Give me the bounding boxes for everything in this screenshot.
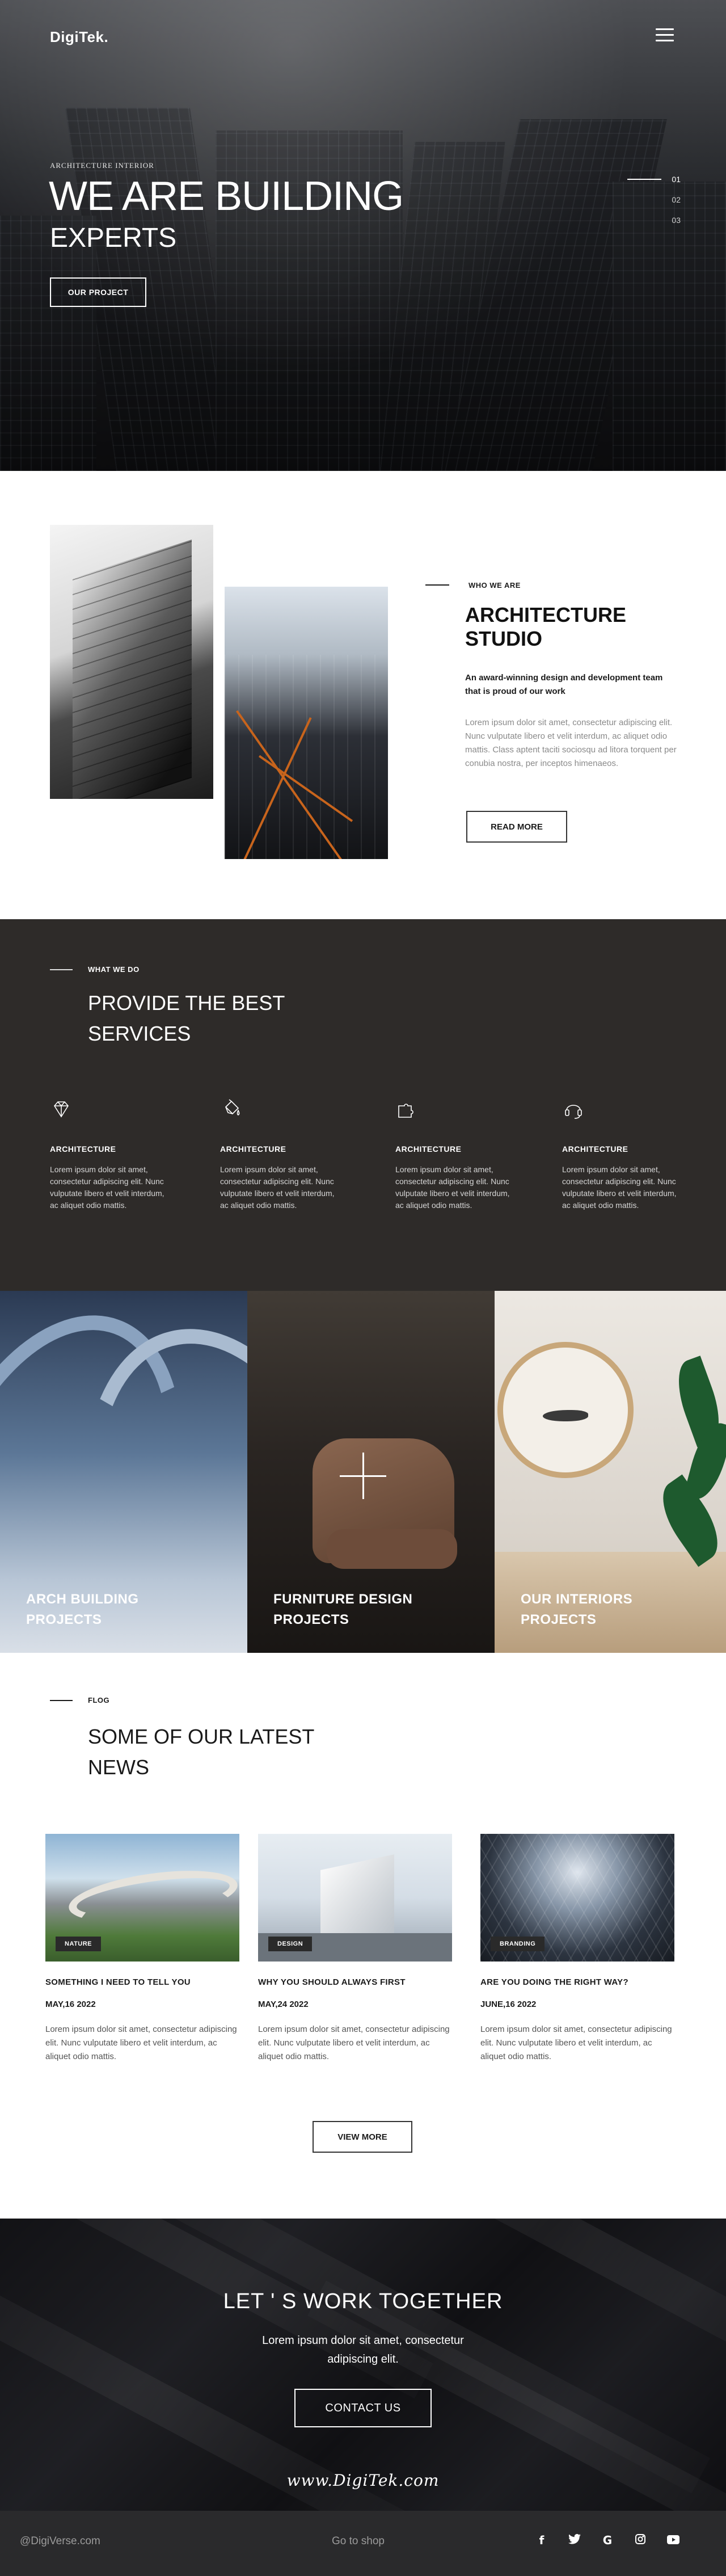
footer-handle-link[interactable]: @DigiVerse.com: [20, 2535, 100, 2548]
category-badge: BRANDING: [491, 1937, 545, 1951]
section-divider: [425, 584, 449, 586]
twitter-icon[interactable]: [566, 2533, 583, 2548]
service-item: ARCHITECTURE Lorem ipsum dolor sit amet,…: [395, 1098, 526, 1211]
about-kicker: WHO WE ARE: [468, 581, 521, 590]
services-section: WHAT WE DO PROVIDE THE BEST SERVICES ARC…: [0, 919, 726, 1291]
section-divider: [50, 969, 73, 970]
go-to-shop-link[interactable]: Go to shop: [332, 2535, 385, 2548]
hero-title: WE ARE BUILDING: [49, 174, 404, 219]
facebook-icon[interactable]: f: [533, 2533, 550, 2548]
service-item: ARCHITECTURE Lorem ipsum dolor sit amet,…: [562, 1098, 693, 1211]
slide-dot[interactable]: 01: [618, 170, 681, 188]
hero-section: DigiTek. ARCHITECTURE INTERIOR WE ARE BU…: [0, 0, 726, 471]
menu-icon[interactable]: [656, 28, 674, 43]
news-card: NATURE SOMETHING I NEED TO TELL YOU MAY,…: [45, 1834, 239, 2064]
news-post-date: MAY,16 2022: [45, 2000, 96, 2009]
news-title: SOME OF OUR LATEST NEWS: [88, 1725, 315, 1779]
project-label: ARCH BUILDING PROJECTS: [26, 1592, 139, 1627]
news-post-title[interactable]: ARE YOU DOING THE RIGHT WAY?: [480, 1977, 674, 1987]
news-thumbnail[interactable]: NATURE: [45, 1834, 239, 1962]
news-post-date: JUNE,16 2022: [480, 2000, 537, 2009]
youtube-icon[interactable]: [665, 2533, 682, 2548]
project-tile-our-interiors[interactable]: OUR INTERIORS PROJECTS: [495, 1291, 726, 1653]
news-post-title[interactable]: SOMETHING I NEED TO TELL YOU: [45, 1977, 239, 1987]
service-item: ARCHITECTURE Lorem ipsum dolor sit amet,…: [220, 1098, 351, 1211]
cta-text: Lorem ipsum dolor sit amet, consectetur …: [262, 2334, 464, 2365]
hero-kicker: ARCHITECTURE INTERIOR: [50, 161, 154, 170]
section-divider: [50, 1700, 73, 1701]
plus-icon: [362, 1453, 364, 1499]
diamond-icon: [54, 1101, 69, 1118]
news-thumbnail[interactable]: BRANDING: [480, 1834, 674, 1962]
social-links: f G: [533, 2533, 682, 2548]
project-tile-arch-building[interactable]: ARCH BUILDING PROJECTS: [0, 1291, 247, 1653]
slide-dot[interactable]: 03: [618, 211, 681, 229]
services-title: PROVIDE THE BEST SERVICES: [88, 991, 285, 1045]
services-kicker: WHAT WE DO: [88, 965, 140, 974]
footer: @DigiVerse.com Go to shop f G: [0, 2511, 726, 2576]
headset-icon: [565, 1105, 582, 1119]
news-thumbnail[interactable]: DESIGN: [258, 1834, 452, 1962]
cta-title: LET ' S WORK TOGETHER: [223, 2289, 503, 2313]
service-item: ARCHITECTURE Lorem ipsum dolor sit amet,…: [50, 1098, 180, 1211]
puzzle-icon: [398, 1104, 413, 1118]
hero-subtitle: EXPERTS: [50, 223, 177, 253]
news-card: BRANDING ARE YOU DOING THE RIGHT WAY? JU…: [480, 1834, 674, 2064]
cta-section: LET ' S WORK TOGETHER Lorem ipsum dolor …: [0, 2219, 726, 2511]
our-project-button[interactable]: OUR PROJECT: [50, 277, 146, 307]
news-post-date: MAY,24 2022: [258, 2000, 309, 2009]
read-more-button[interactable]: READ MORE: [466, 811, 567, 843]
about-image-tower: [50, 525, 213, 799]
website-signature: www.DigiTek.com: [286, 2471, 440, 2490]
news-post-title[interactable]: WHY YOU SHOULD ALWAYS FIRST: [258, 1977, 452, 1987]
project-tile-furniture-design[interactable]: FURNITURE DESIGN PROJECTS: [247, 1291, 495, 1653]
project-label: FURNITURE DESIGN PROJECTS: [273, 1592, 413, 1627]
news-post-excerpt: Lorem ipsum dolor sit amet, consectetur …: [258, 2024, 450, 2061]
contact-us-button[interactable]: CONTACT US: [294, 2389, 432, 2427]
about-lead: An award-winning design and development …: [465, 673, 663, 696]
news-card: DESIGN WHY YOU SHOULD ALWAYS FIRST MAY,2…: [258, 1834, 452, 2064]
slide-indicator: 01 02 03: [618, 170, 681, 231]
view-more-button[interactable]: VIEW MORE: [313, 2121, 412, 2153]
news-kicker: FLOG: [88, 1696, 110, 1704]
news-post-excerpt: Lorem ipsum dolor sit amet, consectetur …: [45, 2024, 237, 2061]
site-logo[interactable]: DigiTek.: [50, 28, 108, 46]
project-label: OUR INTERIORS PROJECTS: [521, 1592, 633, 1627]
paint-bucket-icon: [225, 1099, 240, 1116]
google-icon[interactable]: G: [599, 2533, 616, 2548]
about-image-skyscraper: [225, 587, 388, 859]
news-post-excerpt: Lorem ipsum dolor sit amet, consectetur …: [480, 2024, 672, 2061]
category-badge: DESIGN: [268, 1937, 313, 1951]
instagram-icon[interactable]: [632, 2533, 649, 2548]
about-title: ARCHITECTURE STUDIO: [465, 603, 626, 650]
slide-dot[interactable]: 02: [618, 191, 681, 209]
about-body: Lorem ipsum dolor sit amet, consectetur …: [465, 718, 677, 768]
category-badge: NATURE: [56, 1937, 102, 1951]
